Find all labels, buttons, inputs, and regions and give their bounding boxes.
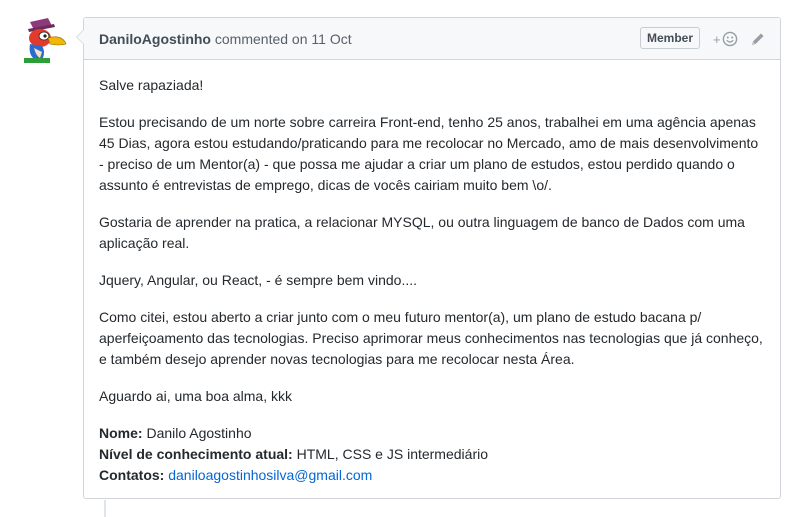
info-level-value: HTML, CSS e JS intermediário <box>292 446 489 462</box>
info-name: Nome: Danilo Agostinho <box>99 423 765 444</box>
smiley-icon <box>722 31 737 47</box>
comment-paragraph: Gostaria de aprender na pratica, a relac… <box>99 214 745 251</box>
info-level: Nível de conhecimento atual: HTML, CSS e… <box>99 444 765 465</box>
reaction-plus: + <box>713 31 721 47</box>
add-reaction-button[interactable]: + <box>713 30 738 48</box>
contact-email-link[interactable]: daniloagostinhosilva@gmail.com <box>168 467 372 483</box>
comment-body: Salve rapaziada! Estou precisando de um … <box>84 60 780 486</box>
comment-paragraph: Aguardo ai, uma boa alma, kkk <box>99 388 292 404</box>
info-name-value: Danilo Agostinho <box>142 425 252 441</box>
comment-meta: DaniloAgostinho commented on 11 Oct <box>99 31 352 47</box>
comment-paragraph: Como citei, estou aberto a criar junto c… <box>99 309 763 367</box>
comment-paragraph: Estou precisando de um norte sobre carre… <box>99 114 759 193</box>
edit-comment-button[interactable] <box>750 31 766 47</box>
member-badge: Member <box>640 27 701 49</box>
comment-paragraph: Jquery, Angular, ou React, - é sempre be… <box>99 272 418 288</box>
woodpecker-avatar-icon <box>24 18 67 63</box>
comment-box: DaniloAgostinho commented on 11 Oct Memb… <box>76 17 781 499</box>
author-link[interactable]: DaniloAgostinho <box>99 31 211 47</box>
comment-date-link[interactable]: 11 Oct <box>311 31 351 47</box>
issue-timeline: DaniloAgostinho commented on 11 Oct Memb… <box>0 0 790 517</box>
avatar[interactable] <box>20 16 68 64</box>
comment-header: DaniloAgostinho commented on 11 Oct Memb… <box>84 18 780 60</box>
pencil-icon <box>752 33 764 45</box>
info-contact: Contatos: daniloagostinhosilva@gmail.com <box>99 465 765 486</box>
comment-paragraph: Salve rapaziada! <box>99 77 204 93</box>
info-name-label: Nome: <box>99 425 143 441</box>
comment-caret-fill <box>70 30 84 44</box>
timeline-line <box>104 500 106 517</box>
comment-action: commented on <box>214 31 308 47</box>
info-contact-label: Contatos: <box>99 467 165 483</box>
info-level-label: Nível de conhecimento atual: <box>99 446 293 462</box>
